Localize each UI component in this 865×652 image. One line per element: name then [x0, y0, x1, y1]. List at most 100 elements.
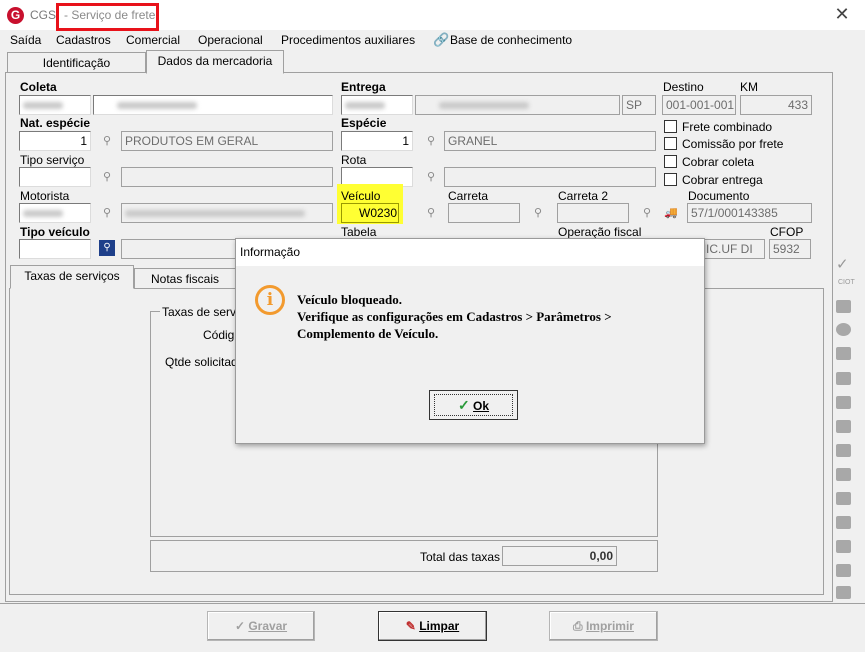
tab-label: Dados da mercadoria	[157, 54, 273, 68]
comissao-frete-checkbox[interactable]	[664, 137, 677, 150]
coleta-code-input[interactable]	[19, 95, 91, 115]
toolbar-icon-3[interactable]	[836, 347, 851, 360]
tab-label: Taxas de serviços	[24, 269, 120, 283]
dialog-message-line2: Verifique as configurações em Cadastros …	[297, 309, 612, 324]
toolbar-icon-12[interactable]	[836, 564, 851, 577]
rota-desc-input	[444, 167, 656, 187]
cobrar-entrega-label: Cobrar entrega	[682, 173, 763, 187]
ok-label: Ok	[473, 399, 490, 413]
ciot-icon[interactable]: CIOT	[838, 279, 855, 286]
menu-comercial[interactable]: Comercial	[126, 33, 180, 47]
cfop-label: CFOP	[770, 225, 804, 239]
comissao-frete-label: Comissão por frete	[682, 137, 784, 151]
tab-dados-mercadoria[interactable]: Dados da mercadoria	[146, 50, 284, 74]
carreta-input	[448, 203, 520, 223]
binoculars-icon[interactable]: ⚲	[427, 171, 441, 183]
tab-identificacao[interactable]: Identificação	[7, 52, 146, 73]
documento-label: Documento	[688, 189, 750, 203]
info-dialog: Informação i Veículo bloqueado. Verifiqu…	[235, 238, 705, 444]
qtde-solicitada-label: Qtde solicitada	[165, 355, 245, 369]
cfop-input: 5932	[769, 239, 811, 259]
entrega-name-input	[415, 95, 620, 115]
especie-code-input[interactable]: 1	[341, 131, 413, 151]
tipo-veiculo-code-input[interactable]	[19, 239, 91, 259]
gravar-button[interactable]: ✓ Gravar	[207, 611, 315, 641]
motorista-name-input	[121, 203, 333, 223]
link-icon: 🔗	[433, 32, 450, 47]
km-input: 433	[740, 95, 812, 115]
check-icon: ✓	[457, 397, 470, 413]
menu-saida[interactable]: Saída	[10, 33, 41, 47]
toolbar-icon-8[interactable]	[836, 468, 851, 481]
operacao-fiscal-label: Operação fiscal	[558, 225, 642, 239]
motorista-code-input[interactable]	[19, 203, 91, 223]
destino-input: 001-001-001	[662, 95, 736, 115]
binoculars-icon[interactable]: ⚲	[103, 135, 117, 147]
title-highlight-box	[56, 3, 159, 31]
cobrar-coleta-checkbox[interactable]	[664, 155, 677, 168]
check-icon[interactable]: ✓	[836, 255, 849, 273]
toolbar-icon-11[interactable]	[836, 540, 851, 553]
total-taxas-value: 0,00	[502, 546, 617, 566]
binoculars-icon[interactable]: ⚲	[103, 207, 117, 219]
menu-base-conhecimento[interactable]: Base de conhecimento	[450, 33, 572, 47]
tab-label: Notas fiscais	[150, 272, 220, 286]
entrega-uf-input: SP	[622, 95, 656, 115]
search-vehicle-icon[interactable]: ⚲	[99, 240, 115, 256]
especie-label: Espécie	[341, 116, 387, 130]
cobrar-coleta-label: Cobrar coleta	[682, 155, 755, 169]
frete-combinado-label: Frete combinado	[682, 120, 773, 134]
veiculo-value: W0230	[359, 206, 398, 220]
toolbar-icon-9[interactable]	[836, 492, 851, 505]
total-taxas-label: Total das taxas	[420, 550, 501, 564]
rota-label: Rota	[341, 153, 367, 167]
coleta-name-input[interactable]	[93, 95, 333, 115]
binoculars-icon[interactable]: ⚲	[427, 207, 441, 219]
dialog-message-line3: Complemento de Veículo.	[297, 326, 439, 341]
toolbar-icon-1[interactable]	[836, 300, 851, 313]
imprimir-label: Imprimir	[585, 619, 634, 633]
cobrar-entrega-checkbox[interactable]	[664, 173, 677, 186]
tipo-servico-code-input[interactable]	[19, 167, 91, 187]
frete-combinado-checkbox[interactable]	[664, 120, 677, 133]
toolbar-icon-7[interactable]	[836, 444, 851, 457]
taxas-group-title: Taxas de servi	[160, 305, 241, 319]
codigo-label: Códig	[203, 328, 235, 342]
toolbar-icon-4[interactable]	[836, 372, 851, 385]
coleta-label: Coleta	[20, 80, 57, 94]
binoculars-icon[interactable]: ⚲	[427, 135, 441, 147]
nat-especie-code-input[interactable]: 1	[19, 131, 91, 151]
carreta-label: Carreta	[448, 189, 489, 203]
binoculars-icon[interactable]: ⚲	[103, 171, 117, 183]
tipo-veiculo-label: Tipo veículo	[20, 225, 90, 239]
toolbar-icon-13[interactable]	[836, 586, 851, 599]
close-icon[interactable]: ✕	[832, 4, 852, 24]
documento-input: 57/1/000143385	[687, 203, 812, 223]
app-name: CGS	[30, 8, 57, 22]
entrega-code-input[interactable]	[341, 95, 413, 115]
menu-procedimentos[interactable]: Procedimentos auxiliares	[281, 33, 415, 47]
km-label: KM	[740, 80, 758, 94]
veiculo-label: Veículo	[341, 189, 381, 203]
toolbar-icon-10[interactable]	[836, 516, 851, 529]
app-logo-icon: G	[7, 7, 24, 24]
menu-cadastros[interactable]: Cadastros	[56, 33, 111, 47]
limpar-label: Limpar	[419, 619, 460, 633]
ok-button[interactable]: ✓ Ok	[429, 390, 518, 420]
binoculars-icon[interactable]: ⚲	[643, 207, 657, 219]
info-icon: i	[255, 285, 285, 315]
limpar-button[interactable]: ✎ Limpar	[378, 611, 487, 641]
toolbar-icon-5[interactable]	[836, 396, 851, 409]
truck-icon: 🚚	[664, 207, 678, 219]
veiculo-input[interactable]: W0230	[341, 203, 399, 223]
dialog-message-line1: Veículo bloqueado.	[297, 292, 402, 307]
toolbar-icon-2[interactable]	[836, 323, 851, 336]
ok-button-focus: ✓ Ok	[434, 394, 513, 416]
destino-label: Destino	[663, 80, 704, 94]
binoculars-icon[interactable]: ⚲	[534, 207, 548, 219]
toolbar-icon-6[interactable]	[836, 420, 851, 433]
imprimir-button[interactable]: ⎙ Imprimir	[549, 611, 658, 641]
tab-taxas-servicos[interactable]: Taxas de serviços	[10, 265, 134, 289]
menu-operacional[interactable]: Operacional	[198, 33, 263, 47]
tab-notas-fiscais[interactable]: Notas fiscais	[134, 268, 236, 289]
